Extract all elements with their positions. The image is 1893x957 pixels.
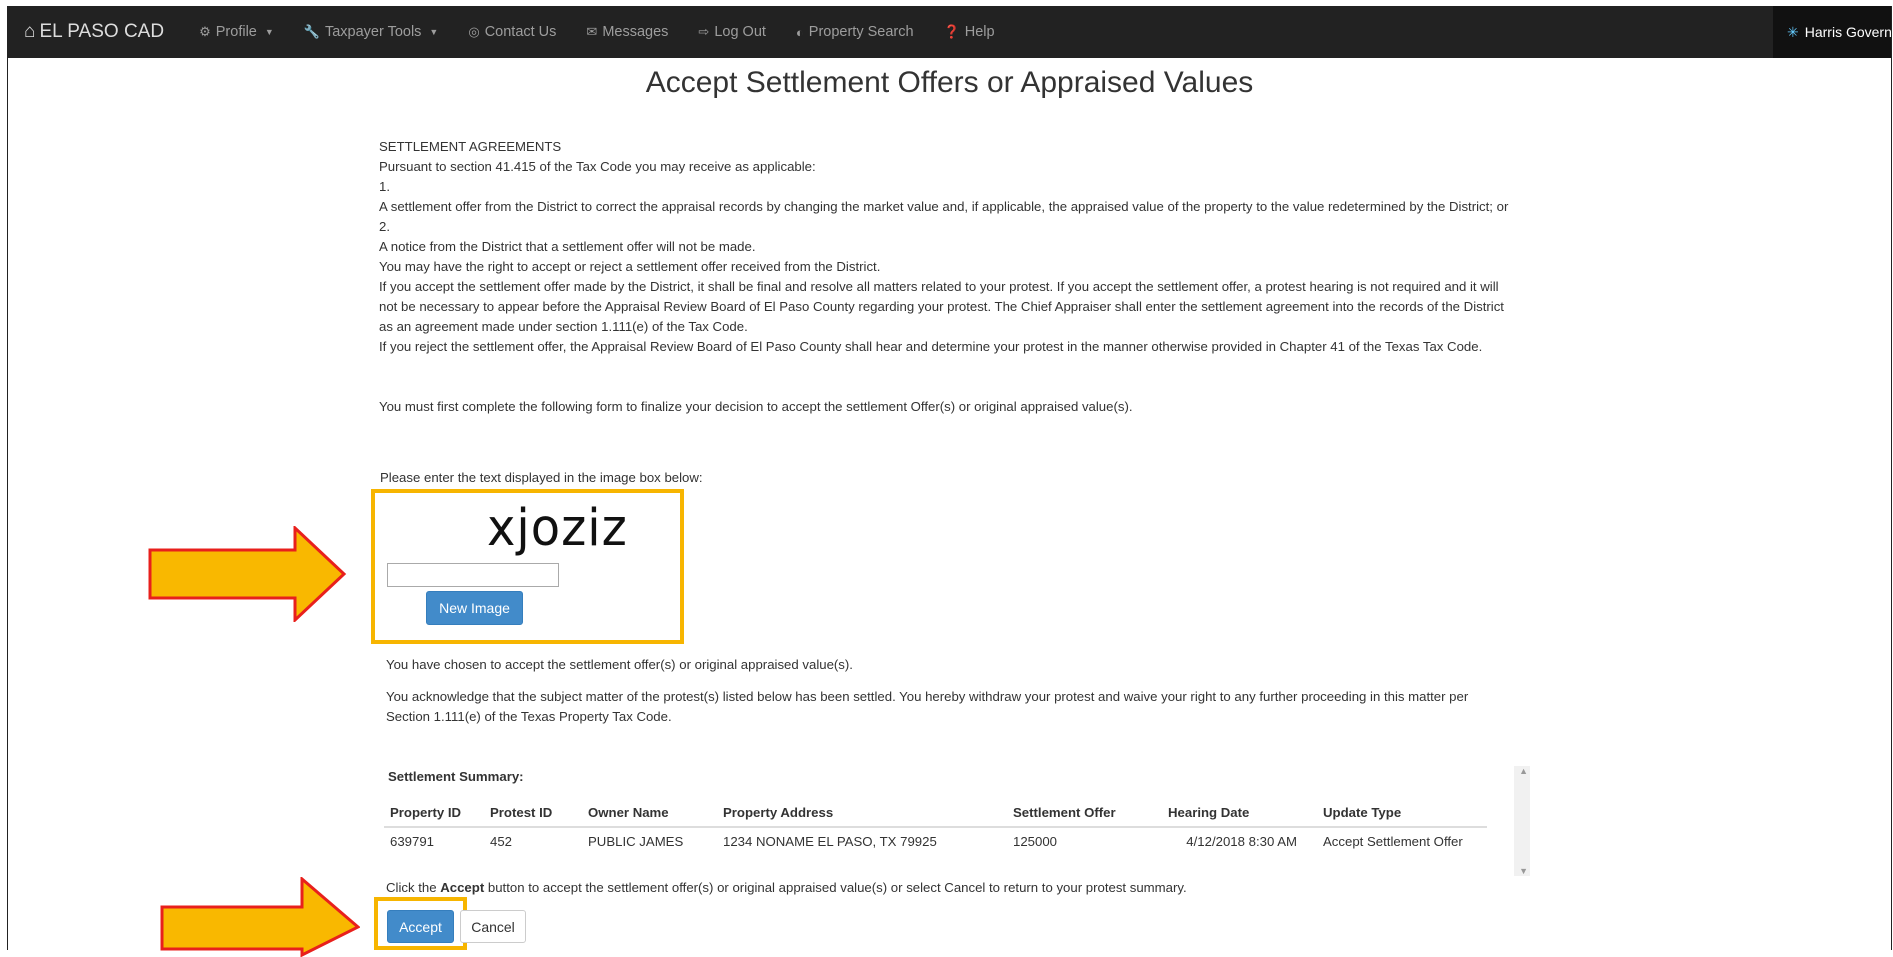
page-title: Accept Settlement Offers or Appraised Va… (645, 66, 1254, 99)
table-header-row: Property ID Protest ID Owner Name Proper… (384, 799, 1487, 828)
nav-messages-label: Messages (602, 24, 669, 40)
col-owner-name: Owner Name (582, 799, 717, 828)
scroll-up-icon[interactable]: ▲ (1519, 766, 1528, 776)
instruction-pre: Click the (386, 880, 441, 895)
accept-button[interactable]: Accept (387, 910, 454, 943)
brand-link[interactable]: ⌂ EL PASO CAD (8, 21, 184, 43)
nav-log-out-label: Log Out (714, 24, 766, 40)
acknowledge-withdraw-text: You acknowledge that the subject matter … (386, 689, 1469, 724)
arrow-pointer-accept (160, 877, 360, 957)
gears-icon: ⚙ (199, 24, 211, 39)
settlement-agreement-text: SETTLEMENT AGREEMENTS Pursuant to sectio… (379, 137, 1509, 417)
new-image-button[interactable]: New Image (426, 591, 523, 625)
user-account-menu[interactable]: ✳ Harris Govern (1773, 6, 1891, 58)
nav-profile-label: Profile (215, 24, 257, 40)
home-icon: ⌂ (24, 21, 36, 42)
nav-taxpayer-tools[interactable]: 🔧 Taxpayer Tools ▼ (289, 6, 454, 58)
captcha-label: Please enter the text displayed in the i… (380, 470, 703, 485)
nav-property-search[interactable]: ◐ Property Search (781, 6, 929, 58)
settlement-summary-title: Settlement Summary: (388, 769, 524, 784)
agreement-intro: Pursuant to section 41.415 of the Tax Co… (379, 159, 816, 174)
nav-profile[interactable]: ⚙ Profile ▼ (184, 6, 289, 58)
agreement-right-text: You may have the right to accept or reje… (379, 259, 881, 274)
agreement-item-2-text: A notice from the District that a settle… (379, 239, 756, 254)
cell-owner-name: PUBLIC JAMES (588, 834, 684, 849)
col-settlement-offer: Settlement Offer (1007, 799, 1162, 828)
settlement-summary-table: Property ID Protest ID Owner Name Proper… (384, 799, 1487, 855)
cancel-button[interactable]: Cancel (460, 910, 526, 943)
agreement-item-1-text: A settlement offer from the District to … (379, 199, 1509, 214)
nav-help-label: Help (964, 24, 995, 40)
caret-down-icon: ▼ (264, 27, 274, 37)
col-protest-id: Protest ID (484, 799, 582, 828)
agreement-heading: SETTLEMENT AGREEMENTS (379, 139, 562, 154)
nav-contact-us[interactable]: ◎ Contact Us (453, 6, 571, 58)
col-property-address: Property Address (717, 799, 1007, 828)
brand-label: EL PASO CAD (39, 21, 165, 42)
envelope-icon: ✉ (586, 24, 598, 39)
cell-settlement-offer: 125000 (1013, 834, 1058, 849)
instruction-post: button to accept the settlement offer(s)… (484, 880, 1187, 895)
caret-down-icon: ▼ (429, 27, 439, 37)
nav-log-out[interactable]: ⇨ Log Out (683, 6, 781, 58)
nav-contact-us-label: Contact Us (484, 24, 557, 40)
user-account-label: Harris Govern (1804, 24, 1891, 40)
nav-property-search-label: Property Search (808, 24, 914, 40)
nav-help[interactable]: ❓ Help (929, 6, 1010, 58)
lifebuoy-icon: ◎ (468, 24, 480, 39)
cell-hearing-date: 4/12/2018 8:30 AM (1186, 834, 1297, 849)
question-icon: ❓ (943, 24, 960, 39)
cell-update-type: Accept Settlement Offer (1323, 834, 1463, 849)
cell-property-address: 1234 NONAME EL PASO, TX 79925 (723, 834, 937, 849)
form-intro: You must first complete the following fo… (379, 399, 1133, 414)
navbar: ⌂ EL PASO CAD ⚙ Profile ▼ 🔧 Taxpayer Too… (8, 6, 1891, 58)
acknowledge-choice-text: You have chosen to accept the settlement… (386, 657, 853, 672)
settlement-summary-panel[interactable]: Settlement Summary: Property ID Protest … (384, 766, 1530, 876)
wrench-icon: 🔧 (303, 24, 320, 39)
col-property-id: Property ID (384, 799, 484, 828)
col-hearing-date: Hearing Date (1162, 799, 1317, 828)
agreement-accept-text: If you accept the settlement offer made … (379, 279, 1504, 334)
table-row: 639791 452 PUBLIC JAMES 1234 NONAME EL P… (384, 827, 1487, 855)
spinner-icon: ✳ (1787, 23, 1799, 40)
globe-icon: ◐ (795, 24, 804, 40)
nav-taxpayer-tools-label: Taxpayer Tools (324, 24, 422, 40)
col-update-type: Update Type (1317, 799, 1487, 828)
accept-instruction-text: Click the Accept button to accept the se… (386, 880, 1187, 895)
agreement-item-1-number: 1. (379, 179, 390, 194)
captcha-input[interactable] (387, 563, 559, 587)
captcha-image: xjoziz (487, 498, 628, 558)
agreement-reject-text: If you reject the settlement offer, the … (379, 339, 1483, 354)
nav-messages[interactable]: ✉ Messages (571, 6, 683, 58)
scroll-down-icon[interactable]: ▼ (1519, 866, 1528, 876)
cell-protest-id: 452 (490, 834, 513, 849)
arrow-pointer-captcha (148, 526, 347, 622)
cell-property-id: 639791 (390, 834, 435, 849)
instruction-accept-bold: Accept (440, 880, 485, 895)
logout-icon: ⇨ (698, 24, 710, 39)
agreement-item-2-number: 2. (379, 219, 390, 234)
